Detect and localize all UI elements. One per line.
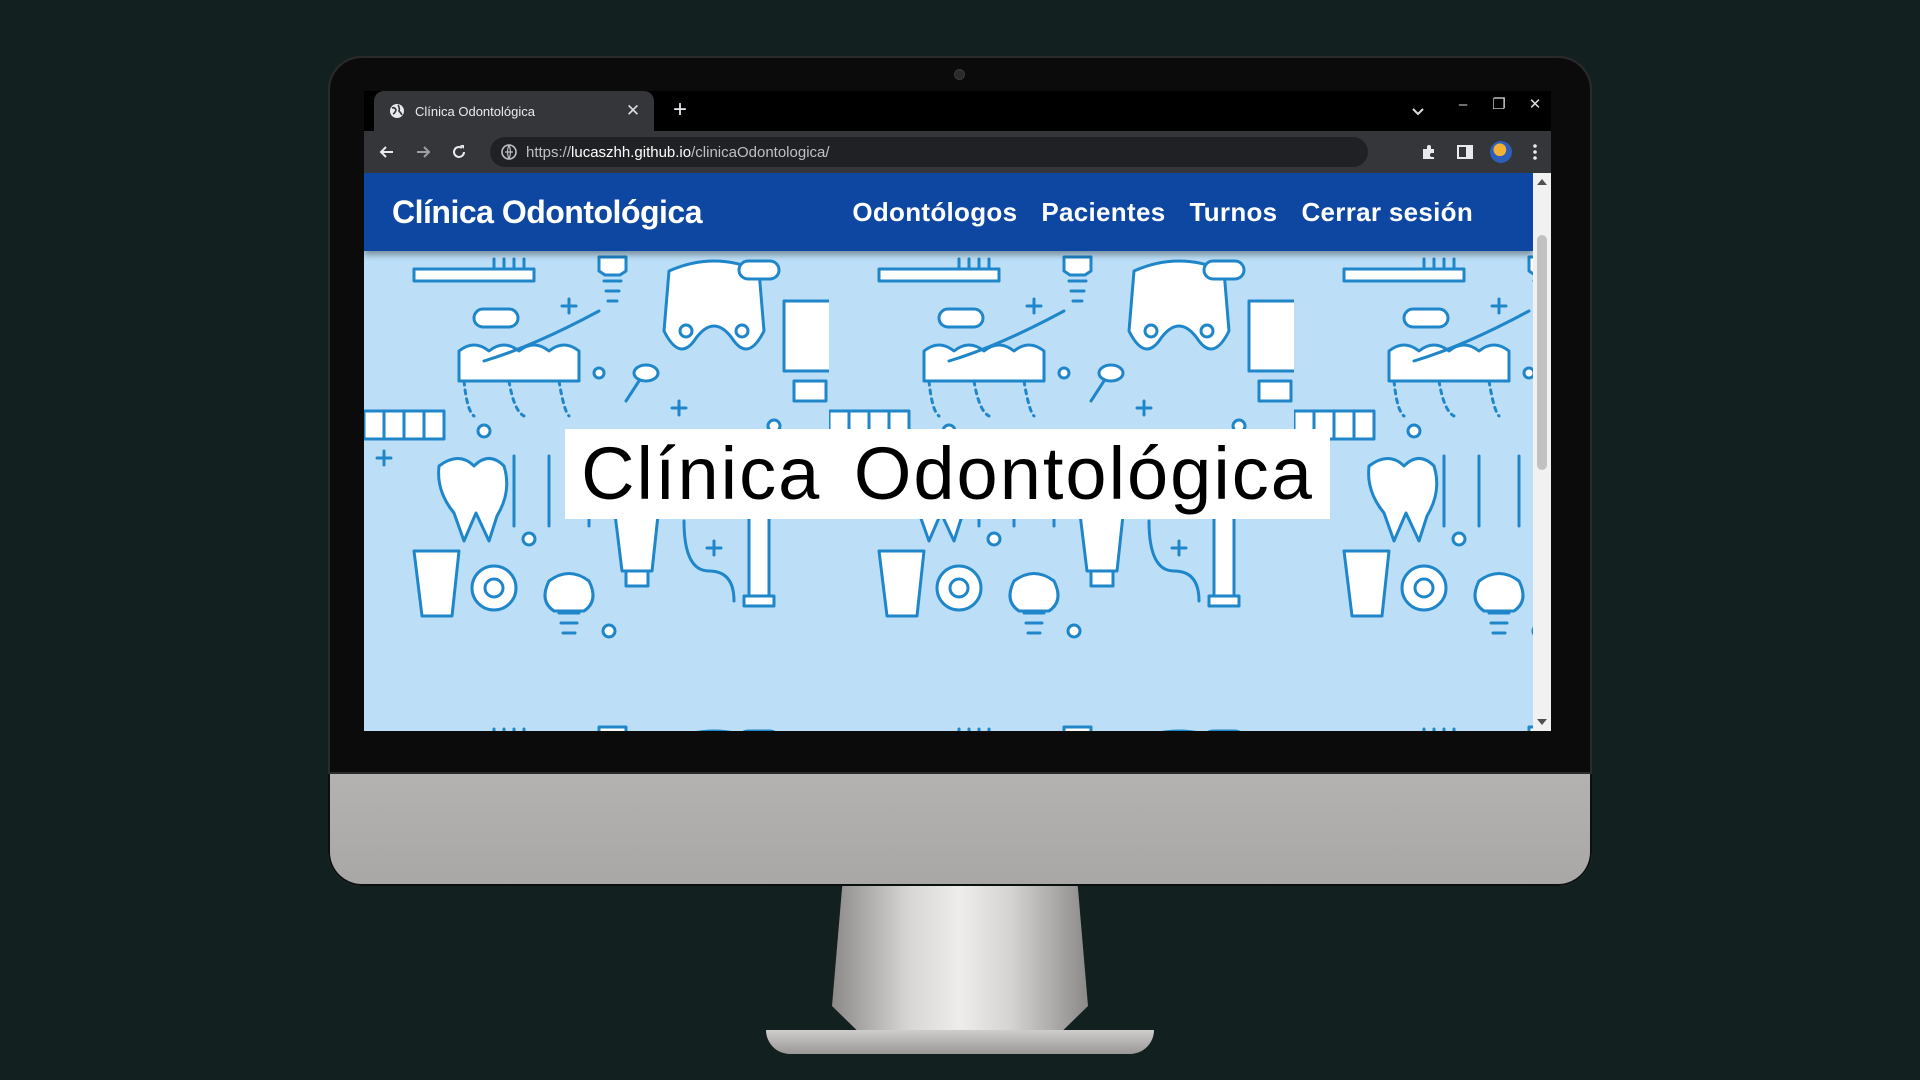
scrollbar-thumb[interactable] — [1537, 235, 1547, 470]
browser-window: Clínica Odontológica ✕ + – ❐ ✕ https:// … — [364, 91, 1551, 731]
nav-link-turnos[interactable]: Turnos — [1189, 197, 1277, 228]
site-navbar: Clínica Odontológica Odontólogos Pacient… — [364, 173, 1533, 251]
reload-icon — [453, 145, 465, 158]
globe-icon — [390, 104, 404, 118]
close-window-button[interactable]: ✕ — [1517, 93, 1551, 117]
url-path: /clinicaOdontologica/ — [691, 143, 830, 161]
site-info-icon[interactable] — [500, 143, 518, 161]
side-panel-icon — [1457, 145, 1473, 159]
side-panel-button[interactable] — [1450, 137, 1480, 167]
menu-button[interactable] — [1520, 137, 1550, 167]
scroll-down-arrow-icon[interactable] — [1537, 719, 1547, 725]
hero-title: Clínica Odontológica — [565, 429, 1330, 519]
tab-title: Clínica Odontológica — [415, 103, 535, 119]
nav-links: Odontólogos Pacientes Turnos Cerrar sesi… — [852, 173, 1473, 251]
nav-link-cerrar-sesion[interactable]: Cerrar sesión — [1301, 197, 1473, 228]
new-tab-button[interactable]: + — [666, 96, 694, 124]
address-bar[interactable]: https:// lucaszhh.github.io /clinicaOdon… — [490, 137, 1368, 167]
page-viewport[interactable]: Clínica Odontológica Odontólogos Pacient… — [364, 173, 1551, 731]
kebab-menu-icon — [1533, 144, 1537, 160]
reload-button[interactable] — [444, 137, 474, 167]
extensions-button[interactable] — [1414, 137, 1444, 167]
profile-button[interactable] — [1486, 137, 1516, 167]
forward-button[interactable] — [408, 137, 438, 167]
minimize-button[interactable]: – — [1445, 93, 1481, 117]
puzzle-icon — [1423, 145, 1434, 159]
chevron-down-icon[interactable] — [1408, 101, 1428, 121]
arrow-left-icon — [379, 146, 393, 158]
restore-button[interactable]: ❐ — [1481, 93, 1517, 117]
url-host: lucaszhh.github.io — [571, 143, 692, 161]
arrow-right-icon — [417, 146, 431, 158]
url-scheme: https:// — [526, 143, 572, 161]
browser-toolbar: https:// lucaszhh.github.io /clinicaOdon… — [364, 131, 1551, 173]
nav-link-pacientes[interactable]: Pacientes — [1041, 197, 1165, 228]
monitor-stand-base — [766, 1030, 1154, 1054]
tab-close-icon[interactable]: ✕ — [624, 101, 642, 121]
scrollbar[interactable] — [1533, 173, 1551, 731]
scroll-up-arrow-icon[interactable] — [1537, 179, 1547, 185]
camera-dot — [955, 70, 964, 79]
back-button[interactable] — [372, 137, 402, 167]
tab-strip: Clínica Odontológica ✕ + – ❐ ✕ — [364, 91, 1551, 131]
nav-link-odontologos[interactable]: Odontólogos — [852, 197, 1017, 228]
site-brand[interactable]: Clínica Odontológica — [392, 194, 703, 231]
monitor-stand — [832, 886, 1088, 1036]
avatar — [1490, 141, 1512, 163]
browser-tab[interactable]: Clínica Odontológica ✕ — [374, 91, 654, 131]
